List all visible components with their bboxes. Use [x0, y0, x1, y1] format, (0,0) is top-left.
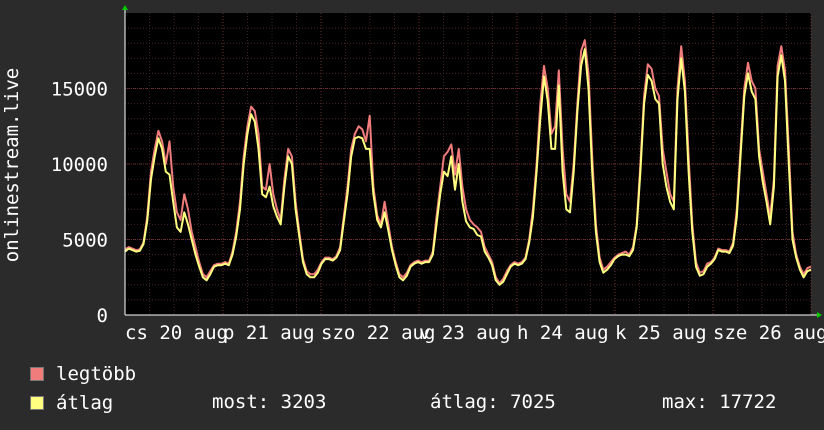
legend-label-max: legtöbb [56, 363, 137, 385]
stat-current: most: 3203 [212, 391, 327, 413]
y-axis-arrow [122, 5, 128, 10]
x-tick-label: p 21 aug [223, 322, 315, 344]
y-tick-label: 15000 [51, 79, 108, 101]
legend-label-avg: átlag [56, 392, 114, 414]
legend-swatch-avg [30, 396, 44, 410]
legend-swatch-max [30, 367, 44, 381]
y-tick-label: 10000 [51, 154, 108, 176]
x-tick-label: h 24 aug [517, 322, 609, 344]
stat-max: max: 17722 [662, 391, 777, 413]
stat-average: átlag: 7025 [430, 391, 556, 413]
y-tick-label: 5000 [62, 230, 108, 252]
legend-item-avg: átlag [30, 392, 114, 414]
x-tick-label: cs 20 aug [125, 322, 228, 344]
chart: 050001000015000cs 20 augp 21 aug szo 22 a… [1, 5, 824, 344]
y-axis-label: onlinestream.live [1, 68, 23, 262]
x-tick-label: v 23 aug [419, 322, 511, 344]
x-tick-label: sze 26 aug [713, 322, 824, 344]
x-tick-label: k 25 aug [615, 322, 707, 344]
legend-item-max: legtöbb [30, 363, 137, 385]
x-axis-arrow [817, 312, 822, 318]
y-tick-label: 0 [97, 305, 108, 327]
